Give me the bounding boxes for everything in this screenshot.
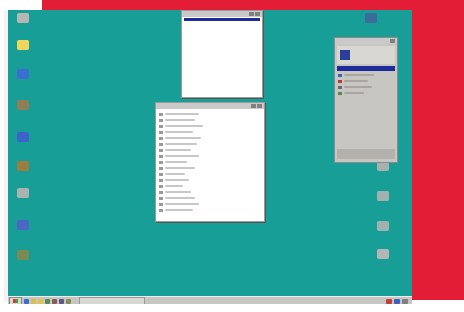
- desktop-icon-6[interactable]: [16, 160, 30, 174]
- desktop-icon-8[interactable]: [16, 219, 30, 233]
- panel-selected-row[interactable]: [337, 66, 395, 71]
- desktop-icon-5[interactable]: [16, 131, 30, 145]
- taskbar-window-button[interactable]: [79, 297, 145, 304]
- settings-icon: [377, 249, 389, 259]
- panel-titlebar[interactable]: [335, 38, 397, 44]
- file-icon: [159, 160, 163, 164]
- panel-row[interactable]: [335, 90, 397, 96]
- item-icon: [338, 79, 342, 83]
- recycle-bin-icon: [17, 13, 29, 23]
- file-icon: [159, 184, 163, 188]
- top-window[interactable]: [181, 10, 263, 98]
- file-icon: [159, 166, 163, 170]
- panel-header: [337, 46, 395, 64]
- list-window[interactable]: [155, 102, 265, 222]
- desktop-icon-right-1[interactable]: [364, 12, 378, 26]
- app-icon[interactable]: [52, 298, 57, 304]
- item-icon: [338, 73, 342, 77]
- monitor-icon: [17, 188, 29, 198]
- close-icon[interactable]: [257, 104, 262, 108]
- desktop-icon-3[interactable]: [16, 68, 30, 82]
- app-icon[interactable]: [45, 298, 50, 304]
- minimize-icon[interactable]: [249, 12, 254, 16]
- mail-icon[interactable]: [31, 298, 36, 304]
- computer-icon: [365, 13, 377, 23]
- list-item[interactable]: [156, 207, 264, 213]
- close-icon[interactable]: [390, 39, 395, 43]
- globe-icon: [17, 161, 29, 171]
- network-icon[interactable]: [394, 298, 400, 304]
- shortcut-icon: [17, 250, 29, 260]
- browser-icon[interactable]: [24, 298, 29, 304]
- file-icon: [159, 130, 163, 134]
- desktop-icon-1[interactable]: [16, 12, 30, 26]
- file-icon: [159, 154, 163, 158]
- desktop-icon-right-4[interactable]: [376, 220, 390, 234]
- start-button[interactable]: [9, 297, 22, 304]
- arrow-icon: [377, 221, 389, 231]
- top-window-selected-row[interactable]: [184, 18, 260, 21]
- panel-footer: [337, 149, 395, 159]
- folder-icon: [17, 40, 29, 50]
- control-panel-window[interactable]: [334, 37, 398, 163]
- top-window-content: [182, 22, 262, 92]
- file-icon: [159, 172, 163, 176]
- desktop-icon-4[interactable]: [16, 99, 30, 113]
- speaker-icon[interactable]: [386, 298, 392, 304]
- file-icon: [159, 196, 163, 200]
- windows-logo-icon: [13, 299, 18, 303]
- network-icon: [17, 132, 29, 142]
- taskbar: [8, 296, 412, 304]
- arrow-icon: [377, 191, 389, 201]
- desktop-icon-right-5[interactable]: [376, 248, 390, 262]
- inbox-icon: [17, 220, 29, 230]
- file-icon: [159, 112, 163, 116]
- file-icon: [159, 142, 163, 146]
- desktop-icon-right-3[interactable]: [376, 190, 390, 204]
- file-icon: [159, 148, 163, 152]
- file-icon: [159, 118, 163, 122]
- minimize-icon[interactable]: [251, 104, 256, 108]
- file-icon: [159, 202, 163, 206]
- desktop-icon-7[interactable]: [16, 187, 30, 201]
- clock-icon[interactable]: [402, 298, 408, 304]
- folder-icon[interactable]: [38, 298, 43, 304]
- app-icon[interactable]: [66, 298, 71, 304]
- file-icon: [159, 208, 163, 212]
- file-icon: [159, 124, 163, 128]
- system-tray: [384, 298, 408, 304]
- file-icon: [159, 136, 163, 140]
- file-icon: [159, 178, 163, 182]
- desktop-icon-2[interactable]: [16, 39, 30, 53]
- file-list: [156, 109, 264, 213]
- close-icon[interactable]: [255, 12, 260, 16]
- app-icon[interactable]: [59, 298, 64, 304]
- panel-logo-icon: [340, 50, 350, 60]
- globe-icon: [17, 69, 29, 79]
- item-icon: [338, 91, 342, 95]
- desktop-icon-9[interactable]: [16, 249, 30, 263]
- desktop[interactable]: [8, 10, 412, 304]
- top-window-titlebar[interactable]: [182, 11, 262, 17]
- item-icon: [338, 85, 342, 89]
- briefcase-icon: [17, 100, 29, 110]
- file-icon: [159, 190, 163, 194]
